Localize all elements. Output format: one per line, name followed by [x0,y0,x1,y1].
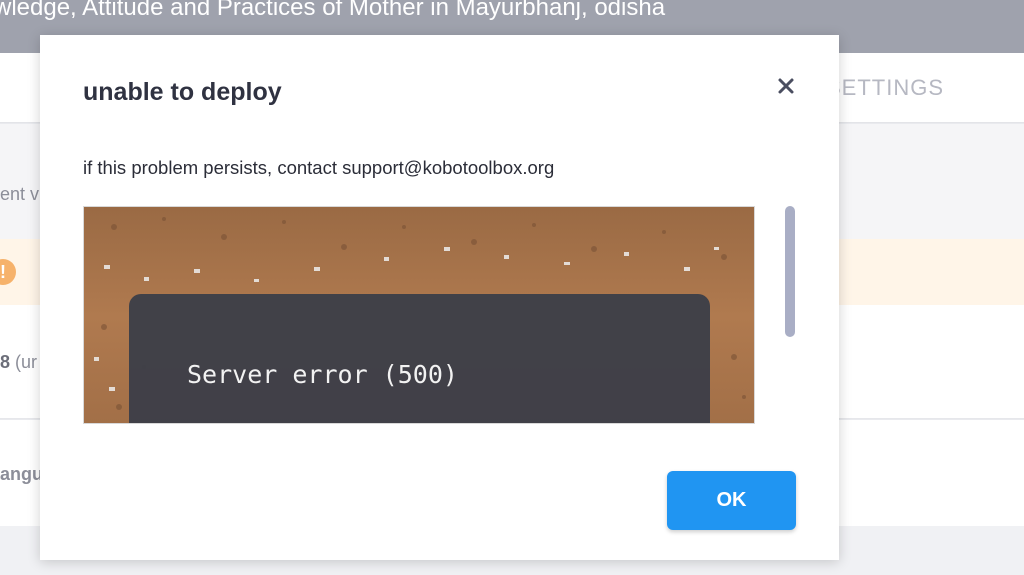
warning-icon: ! [0,259,16,285]
close-icon[interactable] [773,73,799,99]
server-error-box: Server error (500) [129,294,710,423]
ok-button[interactable]: OK [667,471,796,530]
dialog-title: unable to deploy [83,78,282,106]
version-suffix: (ur [10,352,38,372]
server-error-text: Server error (500) [187,360,458,389]
error-page-frame: Server error (500) [83,206,755,424]
deployment-text: ent v [0,184,40,204]
scrollbar[interactable] [782,206,796,424]
version-count: 8 [0,352,11,372]
language-label: angu [0,464,43,484]
project-title: wledge, Attitude and Practices of Mother… [0,0,666,21]
tab-settings[interactable]: SETTINGS [826,75,944,101]
scrollbar-thumb[interactable] [785,206,795,337]
error-dialog: unable to deploy if this problem persist… [40,35,839,560]
dialog-message: if this problem persists, contact suppor… [83,157,555,178]
version-text: 8 (ur [0,352,37,373]
